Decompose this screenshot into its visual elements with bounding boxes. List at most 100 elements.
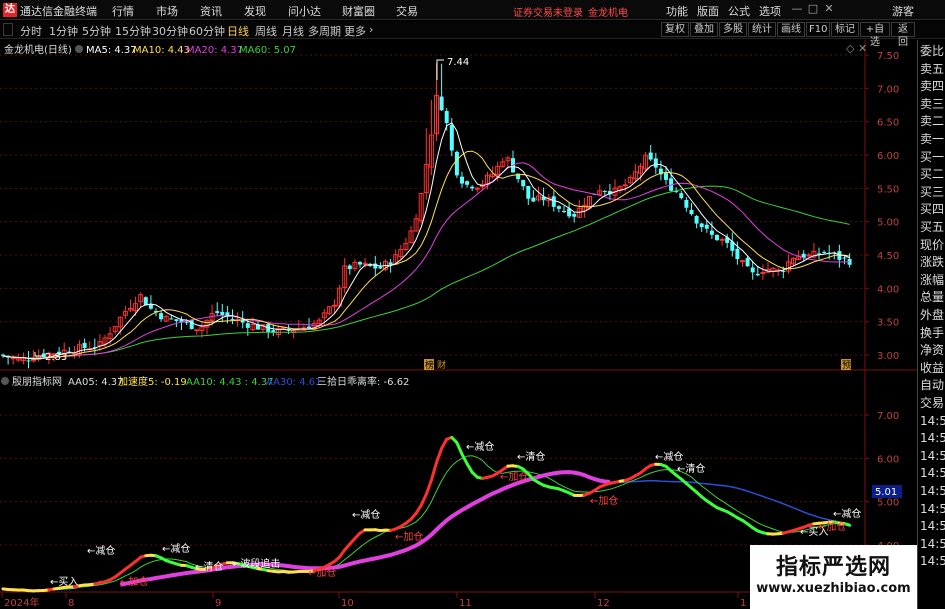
- menu-trade[interactable]: 交易: [396, 3, 418, 19]
- candle-body: [449, 124, 454, 151]
- side-panel-item: 14:56: [920, 413, 945, 428]
- side-panel-item: 卖五: [920, 61, 945, 76]
- ma5-legend: MA5: 4.37: [86, 45, 137, 56]
- candle-body: [806, 254, 812, 257]
- menu-formula[interactable]: 公式: [728, 3, 750, 19]
- candle-body: [194, 329, 200, 332]
- y-tick-label: 4.50: [877, 251, 899, 262]
- mark-button[interactable]: 标记: [831, 22, 859, 37]
- settings-dot-icon[interactable]: [75, 45, 83, 53]
- period-5min[interactable]: 5分钟: [82, 23, 111, 39]
- add-watchlist-button[interactable]: +自选: [860, 22, 890, 48]
- candle-body: [444, 111, 449, 124]
- pane-close-icon[interactable]: ✕: [858, 42, 867, 55]
- side-panel-item: 自动: [920, 378, 945, 393]
- more-arrow-icon[interactable]: ›: [369, 23, 373, 36]
- candle-body: [526, 186, 531, 199]
- minimize-icon[interactable]: —: [790, 2, 804, 16]
- period-more[interactable]: 更多: [344, 23, 366, 39]
- candle-body: [307, 326, 311, 329]
- candle-body: [220, 311, 225, 315]
- candle-body: [230, 319, 235, 321]
- candle-body: [602, 190, 607, 192]
- menu-wealth-circle[interactable]: 财富圈: [342, 3, 375, 19]
- indicator-settings-icon[interactable]: [1, 377, 9, 385]
- candle-body: [842, 257, 847, 259]
- close-icon[interactable]: ✕: [822, 2, 836, 16]
- sidebar-toggle-icon[interactable]: [3, 23, 13, 36]
- period-monthly[interactable]: 月线: [282, 23, 304, 39]
- candle-body: [735, 248, 740, 260]
- stats-button[interactable]: 统计: [748, 22, 776, 37]
- side-panel-item: 买三: [920, 184, 945, 199]
- x-tick-label: 8: [68, 598, 74, 609]
- stock-title: 金龙机电: [588, 8, 628, 19]
- candle-body: [822, 251, 827, 253]
- aa05-segment: [440, 437, 449, 450]
- candle-body: [184, 321, 189, 323]
- signal-annotation: ←波段追击: [232, 557, 280, 570]
- watermark-title: 指标严选网: [775, 555, 891, 580]
- period-30min[interactable]: 30分钟: [152, 23, 188, 39]
- period-multi[interactable]: 多周期: [308, 23, 341, 39]
- side-panel-item: 现价: [920, 237, 945, 252]
- maximize-icon[interactable]: □: [806, 2, 820, 16]
- menu-news[interactable]: 资讯: [200, 3, 222, 19]
- candle-body: [470, 186, 475, 189]
- menu-layout[interactable]: 版面: [697, 3, 719, 19]
- period-1min[interactable]: 1分钟: [49, 23, 78, 39]
- y-tick-label: 5.00: [877, 498, 899, 509]
- period-weekly[interactable]: 周线: [255, 23, 277, 39]
- period-intraday[interactable]: 分时: [20, 23, 42, 39]
- signal-annotation: ←清仓: [677, 462, 705, 475]
- candle-body: [10, 357, 16, 360]
- adjust-button[interactable]: 复权: [661, 22, 689, 37]
- signal-annotation: ←加仓: [395, 530, 423, 543]
- event-label-forecast: 预: [842, 360, 851, 371]
- side-panel-item: 14:56: [920, 466, 945, 481]
- y-tick-label: 7.00: [877, 411, 899, 422]
- signal-annotation: ←减仓: [162, 542, 190, 555]
- aa30-line: [604, 479, 850, 525]
- side-panel-item: 涨跌: [920, 255, 945, 270]
- candle-body: [622, 184, 628, 187]
- back-button[interactable]: 返回: [891, 22, 915, 48]
- y-tick-label: 5.00: [877, 218, 899, 229]
- candle-body: [556, 206, 561, 209]
- y-tick-label: 3.00: [877, 351, 899, 362]
- menu-market-quotes[interactable]: 行情: [112, 3, 134, 19]
- draw-line-button[interactable]: 画线: [777, 22, 805, 37]
- login-warning[interactable]: 证券交易未登录: [513, 4, 583, 19]
- candle-body: [760, 271, 766, 274]
- period-daily[interactable]: 日线: [227, 23, 249, 39]
- f10-button[interactable]: F10: [806, 22, 830, 37]
- menu-market[interactable]: 市场: [156, 3, 178, 19]
- signal-annotation: ←加仓: [120, 575, 148, 588]
- candle-body: [531, 197, 536, 202]
- period-60min[interactable]: 60分钟: [189, 23, 225, 39]
- candle-body: [684, 199, 689, 208]
- signal-annotation: ←清仓: [517, 450, 545, 463]
- menu-options[interactable]: 选项: [759, 3, 781, 19]
- multi-stock-button[interactable]: 多股: [719, 22, 747, 37]
- menu-discover[interactable]: 发现: [244, 3, 266, 19]
- watermark-banner: 指标严选网 www.xuezhibiao.com: [750, 545, 917, 609]
- chart-area[interactable]: 金龙机电(日线) MA5: 4.37 MA10: 4.43 MA20: 4.37…: [0, 40, 917, 609]
- diamond-icon[interactable]: ◇: [846, 42, 855, 55]
- signal-annotation: ←加仓: [500, 470, 528, 483]
- candle-body: [439, 96, 444, 111]
- y-tick-label: 3.50: [877, 318, 899, 329]
- menu-ask-assistant[interactable]: 问小达: [288, 3, 321, 19]
- deviation-legend: 三拾日乖离率: -6.62: [317, 375, 409, 388]
- overlay-button[interactable]: 叠加: [690, 22, 718, 37]
- candle-body: [664, 173, 668, 180]
- side-panel-item: 14:56: [920, 501, 945, 516]
- candle-body: [373, 263, 378, 269]
- guest-user[interactable]: 游客: [892, 3, 914, 19]
- aa05-segment: [429, 461, 438, 482]
- menu-functions[interactable]: 功能: [666, 3, 688, 19]
- aa05-legend: AA05: 4.37: [68, 377, 124, 388]
- candlestick-series: [1, 63, 852, 369]
- candle-body: [781, 270, 786, 272]
- period-15min[interactable]: 15分钟: [115, 23, 151, 39]
